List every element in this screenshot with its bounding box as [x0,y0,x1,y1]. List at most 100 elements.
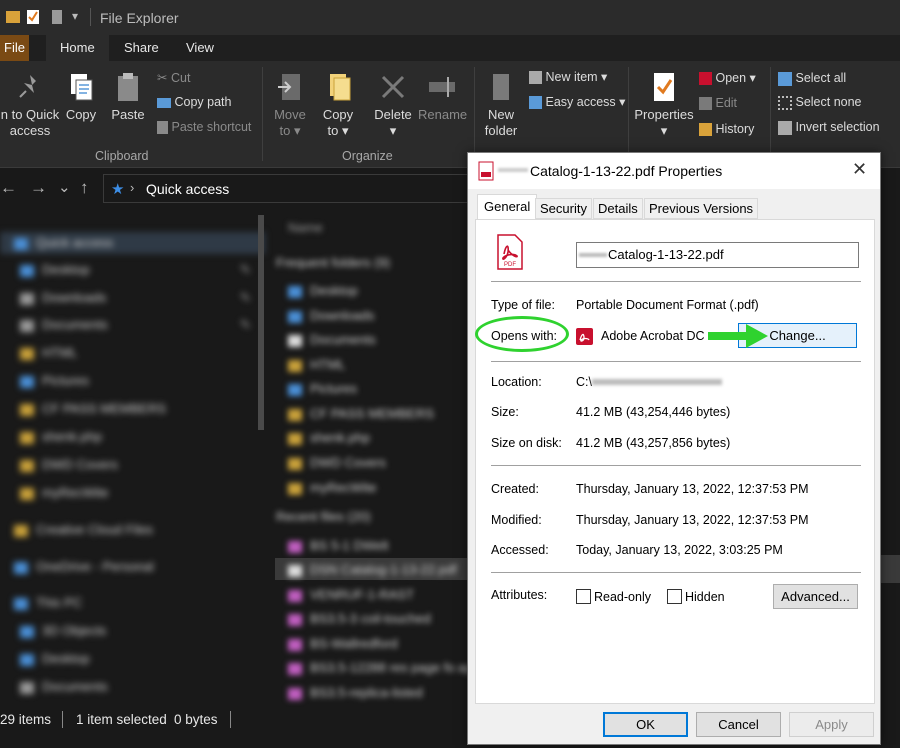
up-button[interactable]: ↑ [80,178,89,198]
nav-item[interactable]: HTML [20,345,77,365]
forward-button[interactable]: → [30,178,47,198]
nav-item[interactable]: shenk.php [20,429,102,449]
tab-file[interactable]: File [0,35,29,61]
list-item[interactable]: DWD Covers [288,455,386,475]
nav-item[interactable]: 3D Objects [20,623,106,643]
paste-icon [118,73,138,101]
navigation-scrollbar[interactable] [258,215,264,430]
copy-path-button[interactable]: Copy path [157,95,231,110]
nav-item[interactable]: OneDrive - Personal [14,559,154,579]
select-all-button[interactable]: Select all [778,71,846,86]
tab-general[interactable]: General [477,194,538,220]
list-item[interactable]: Desktop [288,283,358,303]
list-item[interactable]: BS3.5-12288 res page fo app [288,660,472,680]
list-item[interactable]: BS 5-1 DWelt [288,538,389,558]
list-item[interactable]: shenk.php [288,430,370,450]
nav-item[interactable]: Desktop [20,651,90,671]
easy-access-button[interactable]: Easy access ▾ [529,95,625,110]
list-item[interactable]: BS3.5-replica-listed [288,685,423,705]
folder-icon [20,431,34,444]
list-item[interactable]: HTML [288,357,345,377]
file-icon [288,687,302,700]
open-button[interactable]: Open ▾ [699,71,756,86]
hidden-label[interactable]: Hidden [685,590,725,604]
read-only-checkbox[interactable] [576,589,591,604]
tab-view[interactable]: View [176,35,224,61]
nav-item[interactable]: CF PASS MEMBERS [20,401,166,421]
nav-item[interactable]: Pictures [20,373,89,393]
tab-share[interactable]: Share [114,35,169,61]
nav-item[interactable]: DWD Covers [20,457,118,477]
tab-security[interactable]: Security [535,198,592,219]
group-header[interactable]: Frequent folders (9) [276,255,390,275]
nav-item[interactable]: myRecWite [20,485,108,505]
copy-to-button[interactable]: Copy to ▾ [316,71,360,139]
invert-selection-button[interactable]: Invert selection [778,120,880,135]
list-item[interactable]: VENRUF-1-RAST [288,587,414,607]
new-folder-icon [493,74,509,100]
edit-button[interactable]: Edit [699,96,737,111]
select-none-label: Select none [795,95,862,109]
nav-item-label: Quick access [36,235,114,250]
acrobat-icon [699,72,712,86]
size-value: 41.2 MB (43,254,446 bytes) [576,405,731,419]
list-item-label: BS-Wallredford [310,636,398,651]
properties-quick-icon[interactable] [27,9,41,25]
move-to-button[interactable]: Move to ▾ [268,71,312,139]
rename-button[interactable]: Rename [418,71,467,123]
properties-button[interactable]: Properties ▾ [634,71,694,139]
read-only-label[interactable]: Read-only [594,590,651,604]
nav-item[interactable]: Quick access [14,235,113,255]
select-none-button[interactable]: Select none [778,95,862,110]
list-item[interactable]: Pictures [288,381,357,401]
tab-previous-versions[interactable]: Previous Versions [644,198,759,219]
tab-details[interactable]: Details [593,198,643,219]
ok-button[interactable]: OK [603,712,688,737]
folder-icon [288,359,302,372]
list-item[interactable]: BS3.5-3 coil-touched [288,611,431,631]
file-icon [288,662,302,675]
group-header[interactable]: Recent files (20) [276,509,371,529]
list-item[interactable]: Downloads [288,308,374,328]
tab-home[interactable]: Home [46,35,109,61]
list-item[interactable]: Documents [288,332,376,352]
back-button[interactable]: ← [0,178,17,198]
file-name-field[interactable]: Catalog-1-13-22.pdf [576,242,859,268]
nav-item[interactable]: Documents ✎ [20,317,251,337]
list-item[interactable]: myRecWite [288,480,376,500]
hidden-checkbox[interactable] [667,589,682,604]
properties-label: Properties [634,107,694,122]
close-button[interactable]: ✕ [852,159,867,180]
nav-item[interactable]: This PC [14,595,82,615]
copy-button[interactable]: Copy [60,71,102,123]
list-item-label: DSN Catalog-1-13-22.pdf [310,562,457,577]
cut-button[interactable]: ✂ Cut [157,71,190,86]
recent-locations-button[interactable]: ⌄ [58,178,71,196]
new-folder-button[interactable]: New folder [480,71,522,139]
delete-button[interactable]: Delete ▾ [371,71,415,139]
list-item-label: DWD Covers [310,455,386,470]
nav-item[interactable]: Downloads ✎ [20,290,251,310]
annotation-arrow-icon [708,324,768,348]
list-item[interactable]: CF PASS MEMBERS [288,406,434,426]
location-value: C:\ [576,375,592,389]
cancel-button[interactable]: Cancel [696,712,781,737]
pin-to-quick-access-button[interactable]: n to Quick access [0,71,60,139]
paste-button[interactable]: Paste [106,71,150,123]
edit-label: Edit [715,96,738,110]
nav-item[interactable]: Documents [20,679,108,699]
easy-access-label: Easy access ▾ [545,95,626,109]
nav-item[interactable]: Creative Cloud Files [14,522,153,542]
list-item[interactable]: BS-Wallredford [288,636,398,656]
nav-item[interactable]: Desktop ✎ [20,262,251,282]
customize-toolbar-icon[interactable]: ▾ [72,9,78,23]
apply-button[interactable]: Apply [789,712,874,737]
new-folder-quick-icon[interactable] [50,9,64,25]
new-item-button[interactable]: New item ▾ [529,70,607,85]
list-item-label: Pictures [310,381,357,396]
advanced-button[interactable]: Advanced... [773,584,858,609]
paste-shortcut-button[interactable]: Paste shortcut [157,120,251,135]
list-item[interactable]: DSN Catalog-1-13-22.pdf [288,562,457,582]
history-button[interactable]: History [699,122,754,137]
column-header-name[interactable]: Name [288,220,323,240]
